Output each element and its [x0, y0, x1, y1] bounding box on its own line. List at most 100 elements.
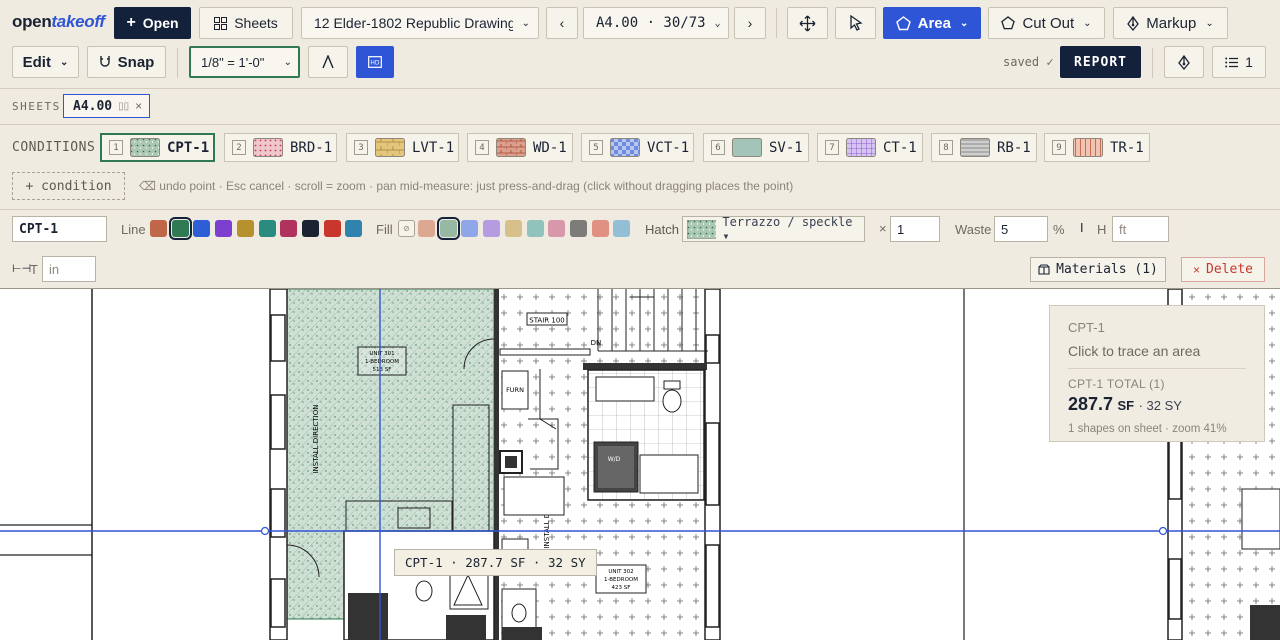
hatch-select[interactable]: Terrazzo / speckle ▾ [682, 215, 865, 243]
panel-footer: 1 shapes on sheet · zoom 41% [1068, 423, 1227, 435]
waste-unit: % [1053, 222, 1065, 237]
condition-chip-7[interactable]: 7 CT-1 [817, 133, 923, 162]
line-color-swatch[interactable] [258, 220, 276, 237]
fill-color-swatch[interactable] [504, 220, 522, 237]
thickness-placeholder: in [49, 261, 60, 277]
calibrate-button[interactable] [1164, 46, 1204, 78]
sheet-tab-active[interactable]: A4.00 ▯▯ × [63, 94, 150, 118]
fill-color-swatch[interactable] [613, 220, 631, 237]
next-sheet-button[interactable]: › [734, 7, 766, 39]
cutout-label: Cut Out [1022, 14, 1075, 32]
condition-name: SV-1 [769, 139, 803, 156]
brand-open: open [12, 12, 52, 31]
panel-divider [1068, 368, 1246, 369]
prev-sheet-button[interactable]: ‹ [546, 7, 578, 39]
condition-name-input[interactable]: CPT-1 [12, 216, 107, 242]
chevron-right-icon: › [747, 15, 753, 31]
height-input[interactable]: ft [1112, 216, 1169, 242]
unit301-line2: 1-BEDROOM [365, 359, 399, 365]
scale-select[interactable]: 1/8" = 1'-0" ⌄ [189, 46, 300, 78]
line-color-swatch[interactable] [193, 220, 211, 237]
snap-toggle[interactable]: Snap [87, 46, 166, 78]
condition-number: 5 [589, 140, 603, 155]
no-fill-swatch[interactable]: ⊘ [398, 220, 415, 237]
fill-color-swatch[interactable] [483, 220, 501, 237]
sheets-row-label: SHEETS [12, 100, 61, 113]
panel-total: 287.7 SF · 32 SY [1068, 394, 1246, 415]
condition-swatch [375, 138, 405, 157]
delete-button[interactable]: × Delete [1181, 257, 1265, 282]
furn-label: FURN [506, 386, 524, 394]
fill-color-swatch[interactable] [548, 220, 566, 237]
thickness-input[interactable]: in [42, 256, 96, 282]
brand-takeoff: takeoff [51, 12, 105, 31]
fill-color-swatch[interactable] [461, 220, 479, 237]
condition-info-panel: CPT-1 Click to trace an area CPT-1 TOTAL… [1049, 305, 1265, 442]
file-select[interactable]: 12 Elder-1802 Republic Drawings.pdf ⌄ [301, 7, 539, 39]
line-color-swatch[interactable] [301, 220, 319, 237]
angle-tool-button[interactable] [308, 46, 348, 78]
line-color-swatch[interactable] [345, 220, 363, 237]
materials-button[interactable]: Materials (1) [1030, 257, 1166, 282]
line-color-swatch[interactable] [150, 220, 167, 237]
takeoff-list-button[interactable]: 1 [1212, 46, 1266, 78]
shortcut-hint: ⌫ undo point · Esc cancel · scroll = zoo… [139, 179, 794, 193]
condition-number: 3 [354, 140, 368, 155]
condition-chip-3[interactable]: 3 LVT-1 [346, 133, 459, 162]
condition-chip-8[interactable]: 8 RB-1 [931, 133, 1037, 162]
toolbar-divider [776, 8, 777, 38]
condition-chip-6[interactable]: 6 SV-1 [703, 133, 809, 162]
condition-number: 6 [711, 140, 725, 155]
report-button[interactable]: REPORT [1060, 46, 1141, 78]
fill-color-swatch[interactable] [418, 220, 435, 237]
line-color-swatch[interactable] [168, 217, 192, 240]
condition-name: TR-1 [1110, 139, 1144, 156]
line-color-swatch[interactable] [236, 220, 254, 237]
line-color-swatch[interactable] [280, 220, 298, 237]
add-condition-button[interactable]: + condition [12, 172, 125, 200]
sheets-button[interactable]: Sheets [199, 7, 293, 39]
page-icon: ▯▯ [118, 100, 130, 112]
condition-chip-1[interactable]: 1 CPT-1 [100, 133, 215, 162]
divider [0, 124, 1280, 125]
fill-color-swatch[interactable] [569, 220, 587, 237]
condition-swatch [496, 138, 526, 157]
height-icon: Ⅰ [1080, 221, 1084, 235]
pen-nib-icon [1127, 15, 1140, 31]
markup-tool-button[interactable]: Markup ⌄ [1113, 7, 1228, 39]
line-color-swatch[interactable] [215, 220, 233, 237]
sheet-select[interactable]: A4.00 · 30/73 ⌄ [583, 7, 729, 39]
waste-input[interactable]: 5 [994, 216, 1048, 242]
chevron-down-icon: ⌄ [521, 17, 530, 29]
toolbar-divider [1152, 48, 1153, 78]
edit-menu-button[interactable]: Edit ⌄ [12, 46, 79, 78]
fill-color-swatch[interactable] [436, 217, 460, 240]
fill-color-swatch[interactable] [526, 220, 544, 237]
divider [0, 209, 1280, 210]
cutout-tool-button[interactable]: Cut Out ⌄ [988, 7, 1105, 39]
condition-chip-5[interactable]: 5 VCT-1 [581, 133, 694, 162]
condition-name-value: CPT-1 [19, 221, 59, 237]
condition-chip-4[interactable]: 4 WD-1 [467, 133, 573, 162]
line-color-swatch[interactable] [323, 220, 341, 237]
area-tool-button[interactable]: Area ⌄ [883, 7, 981, 39]
multiplier-value: 1 [897, 221, 905, 237]
hatch-label: Hatch [645, 222, 679, 237]
open-button[interactable]: + Open [114, 7, 191, 39]
condition-chip-2[interactable]: 2 BRD-1 [224, 133, 337, 162]
panel-condition-name: CPT-1 [1068, 320, 1105, 335]
hd-toggle[interactable]: HD [356, 46, 394, 78]
pan-tool-button[interactable] [787, 7, 828, 39]
condition-number: 2 [232, 140, 246, 155]
unit301-line1: UNIT 301 [369, 351, 394, 357]
condition-chip-9[interactable]: 9 TR-1 [1044, 133, 1150, 162]
hd-icon: HD [368, 56, 382, 68]
open-label: Open [142, 15, 179, 31]
multiplier-input[interactable]: 1 [890, 216, 940, 242]
select-tool-button[interactable] [835, 7, 876, 39]
area-label: Area [917, 14, 951, 32]
close-icon[interactable]: × [135, 99, 142, 113]
fill-color-swatch[interactable] [591, 220, 609, 237]
waste-value: 5 [1001, 221, 1009, 237]
condition-swatch [130, 138, 160, 157]
